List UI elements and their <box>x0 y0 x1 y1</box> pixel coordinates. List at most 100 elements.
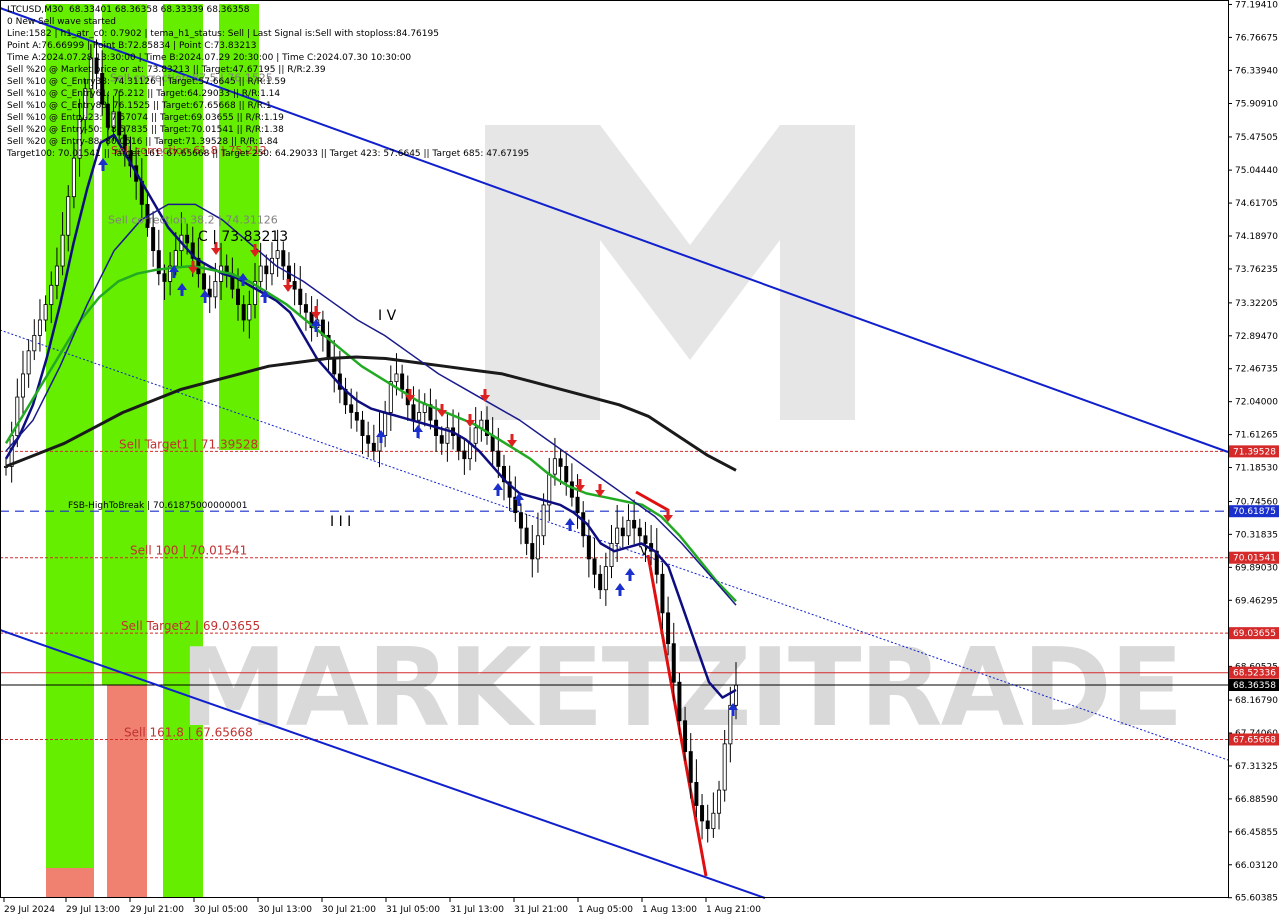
y-tick-label: 67.31325 <box>1235 762 1278 772</box>
y-tick-label: 77.19410 <box>1235 0 1278 10</box>
sell-arrow-icon <box>283 279 293 292</box>
signal-zone <box>46 868 94 898</box>
level-label: Sell Target1 | 71.39528 <box>119 437 258 451</box>
candle-body <box>303 304 308 313</box>
wave-label: C | 73.83213 <box>198 229 288 245</box>
info-line: Time A:2024.07.28 13:30:00 | Time B:2024… <box>7 53 412 63</box>
x-tick-label: 30 Jul 05:00 <box>194 905 248 915</box>
x-tick-label: 1 Aug 05:00 <box>578 905 633 915</box>
wave-label: I I I <box>330 514 351 530</box>
candle-body <box>734 684 739 706</box>
y-tick-label: 72.04000 <box>1235 398 1278 408</box>
buy-arrow-icon <box>493 483 503 496</box>
y-tick-label: 73.32205 <box>1235 299 1278 309</box>
x-tick-label: 31 Jul 05:00 <box>386 905 440 915</box>
buy-arrow-icon <box>625 568 635 581</box>
y-tick-label: 66.03120 <box>1235 861 1278 871</box>
level-label: Sell 100 | 70.01541 <box>130 544 247 558</box>
y-tick-label: 71.18530 <box>1235 464 1278 474</box>
y-tick-label: 75.04440 <box>1235 166 1278 176</box>
signal-zone <box>107 685 147 898</box>
y-tick-label: 72.46735 <box>1235 365 1278 375</box>
candle-body <box>711 812 716 830</box>
candle-body <box>292 281 297 290</box>
candle-body <box>490 435 495 452</box>
candle-body <box>632 519 637 529</box>
candle-body <box>462 450 467 460</box>
candle-body <box>20 373 25 398</box>
candle-body <box>586 535 591 560</box>
info-line: Sell %20 @ Market price or at: 73.83213 … <box>7 65 326 75</box>
x-tick-label: 31 Jul 13:00 <box>450 905 504 915</box>
candle-body <box>660 573 665 614</box>
candle-body <box>247 304 252 321</box>
x-tick-label: 1 Aug 13:00 <box>642 905 697 915</box>
level-label: Sell correction 38.2 | 74.31126 <box>108 214 278 227</box>
y-tick-label: 68.16790 <box>1235 696 1278 706</box>
x-tick-label: 1 Aug 21:00 <box>706 905 761 915</box>
info-line: LTCUSD,M30 68.33401 68.36358 68.33339 68… <box>7 5 250 15</box>
candle-body <box>54 265 59 286</box>
candle-body <box>298 288 303 305</box>
x-tick-label: 31 Jul 21:00 <box>514 905 568 915</box>
candle-body <box>456 435 461 452</box>
y-tick-label: 70.31835 <box>1235 530 1278 540</box>
candle-body <box>615 527 620 544</box>
buy-arrow-icon <box>615 583 625 596</box>
price-tag-label: 68.36358 <box>1233 681 1276 691</box>
level-label: Sell Target2 | 69.03655 <box>121 619 260 633</box>
candle-body <box>620 527 625 537</box>
buy-arrow-icon <box>413 425 423 438</box>
candle-body <box>677 681 682 722</box>
candle-body <box>185 234 190 244</box>
y-tick-label: 74.18970 <box>1235 232 1278 242</box>
y-tick-label: 75.47505 <box>1235 133 1278 143</box>
candle-body <box>49 284 54 305</box>
candle-body <box>202 273 207 290</box>
time-axis: 29 Jul 2024 29 Jul 13:00 29 Jul 21:00 30 Ju… <box>3 898 761 915</box>
candle-body <box>417 412 422 421</box>
y-tick-label: 76.76675 <box>1235 33 1278 43</box>
candle-body <box>411 404 416 421</box>
candle-body <box>354 412 359 421</box>
info-line: Sell %10 @ C_Entry38: 74.31126 || Target… <box>7 77 286 87</box>
price-tag-label: 70.61875 <box>1233 507 1276 517</box>
candle-body <box>575 496 580 514</box>
indicator-info-panel: LTCUSD,M30 68.33401 68.36358 68.33339 68… <box>7 4 529 160</box>
candle-body <box>241 304 246 321</box>
candle-body <box>366 435 371 444</box>
candle-body <box>32 334 37 352</box>
candle-body <box>162 273 167 282</box>
candle-body <box>717 789 722 814</box>
y-tick-label: 65.60385 <box>1235 894 1278 904</box>
candle-body <box>37 319 42 336</box>
wave-label: V <box>640 544 649 558</box>
candle-body <box>722 743 727 791</box>
info-line: Sell %20 @ Entry-88: 80.0516 || Target:7… <box>7 137 279 147</box>
candle-body <box>643 535 648 544</box>
candle-body <box>213 281 218 298</box>
candle-body <box>666 612 671 645</box>
candle-body <box>603 566 608 591</box>
y-tick-label: 75.90910 <box>1235 99 1278 109</box>
sell-arrow-icon <box>437 404 447 417</box>
watermark-logo <box>485 125 855 420</box>
y-tick-label: 73.76235 <box>1235 265 1278 275</box>
candle-body <box>558 458 563 467</box>
price-axis: 77.19410 76.76675 76.33940 75.90910 75.47505… <box>1228 0 1279 904</box>
candle-body <box>541 504 546 537</box>
candle-body <box>609 543 614 568</box>
y-tick-label: 69.89030 <box>1235 563 1278 573</box>
candle-body <box>694 781 699 806</box>
candle-body <box>71 157 76 198</box>
info-line: Sell %20 @ Entry-50: 78.57835 || Target:… <box>7 125 284 135</box>
info-line: Point A:76.66999 | Point B:72.85834 | Po… <box>7 41 257 51</box>
price-tag-label: 71.39528 <box>1233 447 1276 457</box>
candle-body <box>564 466 569 483</box>
candle-body <box>671 643 676 683</box>
x-tick-label: 29 Jul 2024 <box>4 905 55 915</box>
candle-body <box>371 442 376 452</box>
candle-body <box>26 350 31 375</box>
info-line: Line:1582 | h1_atr_c0: 0.7902 | tema_h1_… <box>7 29 439 39</box>
candle-body <box>349 404 354 413</box>
